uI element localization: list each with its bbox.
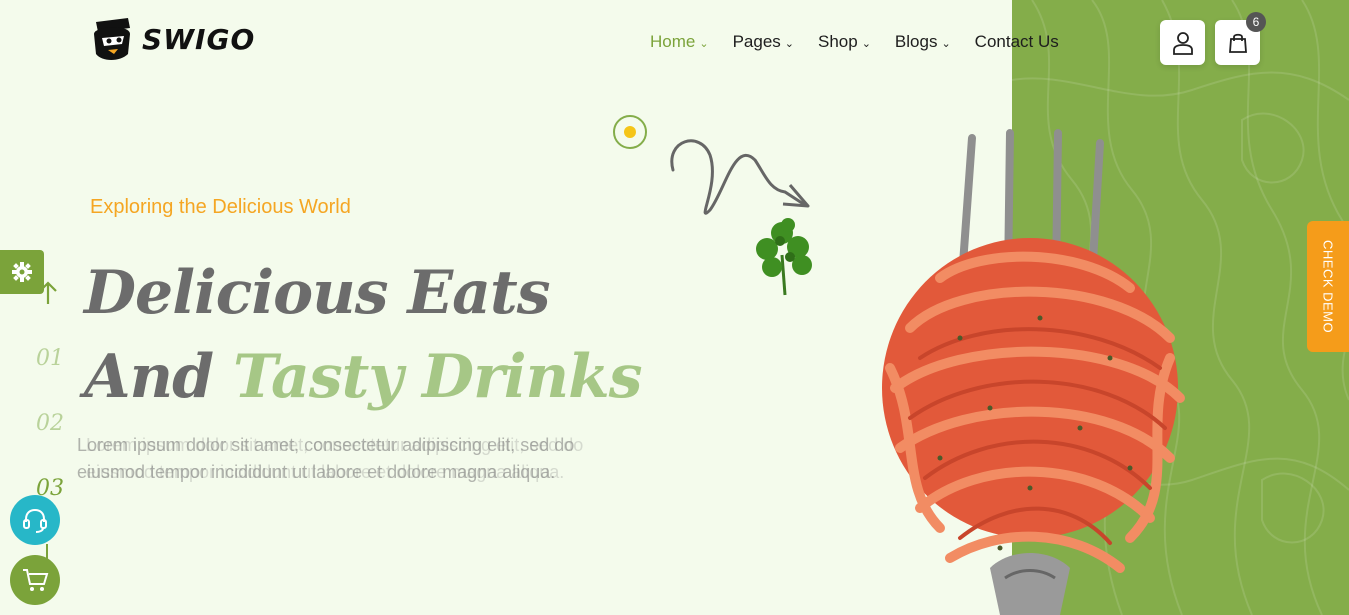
account-button[interactable] [1160,20,1205,65]
decorative-dot-icon [613,115,647,149]
user-icon [1172,31,1193,55]
nav-item-label: Home [650,32,696,51]
parsley-leaf-icon [756,218,812,296]
hero-headline-accent: Tasty Drinks [233,342,642,412]
hero-headline-dark: And [84,342,234,412]
hero-tagline: Exploring the Delicious World [90,196,351,218]
brand-name: SWIGO [142,22,256,56]
chevron-down-icon: ⌄ [941,37,951,50]
nav-item-shop[interactable]: Shop ⌄ [818,32,871,52]
nav-item-label: Blogs [894,32,938,51]
nav-item-blogs[interactable]: Blogs ⌄ [895,32,951,52]
nav-item-contact-us[interactable]: Contact Us [975,32,1059,52]
check-demo-label: CHECK DEMO [1320,239,1336,334]
main-nav: Home ⌄ Pages ⌄ Shop ⌄ Blogs ⌄ Contact Us [650,32,1059,52]
nav-item-label: Contact Us [974,32,1059,51]
hero-description: Lorem ipsum dolor sit amet, consectetur … [77,435,575,482]
support-button[interactable] [10,495,60,545]
chef-mascot-icon [94,18,130,60]
brand-logo[interactable]: SWIGO [90,16,255,62]
nav-item-label: Pages [732,32,781,51]
shopping-bag-icon [1228,33,1247,53]
nav-item-pages[interactable]: Pages ⌄ [733,32,794,52]
hero-headline-line1: Delicious Eats [84,258,551,328]
floating-cart-button[interactable] [10,555,60,605]
chevron-down-icon: ⌄ [699,37,709,50]
hero-headline-line2: And Tasty Drinks [84,342,642,412]
nav-item-label: Shop [818,32,858,51]
slide-number-2[interactable]: 02 [36,411,64,436]
chevron-down-icon: ⌄ [784,37,794,50]
cart-count-badge: 6 [1246,12,1266,32]
shopping-cart-icon [23,569,49,591]
chevron-down-icon: ⌄ [861,37,871,50]
settings-button[interactable] [0,250,44,294]
pasta-fork-image [882,129,1185,615]
gear-icon [12,262,32,282]
headset-icon [23,508,47,533]
nav-item-home[interactable]: Home ⌄ [650,32,709,52]
check-demo-tab[interactable]: CHECK DEMO [1307,221,1349,352]
cart-button[interactable]: 6 [1215,12,1266,65]
squiggle-arrow-icon [670,139,810,215]
slide-number-1[interactable]: 01 [36,346,64,371]
